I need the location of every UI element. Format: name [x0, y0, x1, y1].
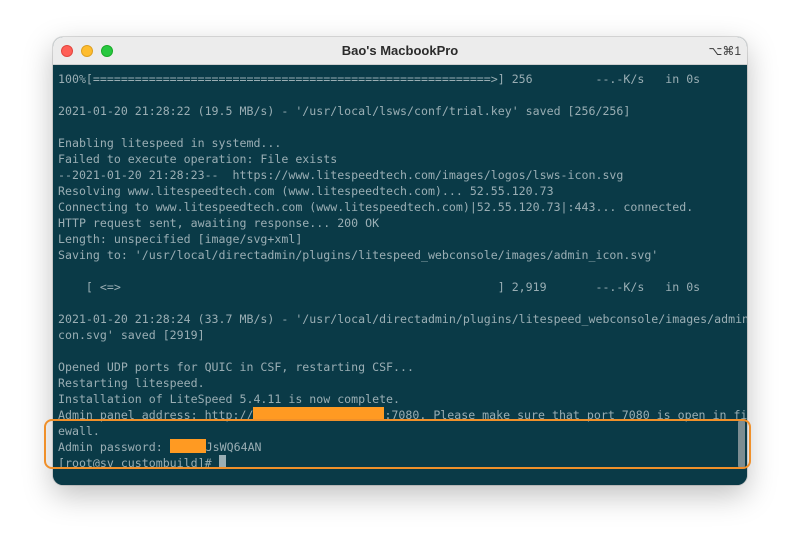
terminal-window: Bao's MacbookPro ⌥⌘1 100%[==============…: [53, 37, 747, 485]
terminal-line: --2021-01-20 21:28:23-- https://www.lite…: [58, 168, 624, 182]
terminal-line: 100%[===================================…: [58, 72, 701, 86]
terminal-line: Failed to execute operation: File exists: [58, 152, 338, 166]
terminal-line: [ <=> ] 2,919 --.-K/s in 0s: [58, 280, 701, 294]
terminal-line: Installation of LiteSpeed 5.4.11 is now …: [58, 392, 401, 406]
admin-credentials-highlight: [44, 419, 751, 469]
terminal-line: Restarting litespeed.: [58, 376, 205, 390]
terminal-line: Enabling litespeed in systemd...: [58, 136, 282, 150]
terminal-line: Length: unspecified [image/svg+xml]: [58, 232, 303, 246]
title-bar: Bao's MacbookPro ⌥⌘1: [53, 37, 747, 65]
terminal-line: Resolving www.litespeedtech.com (www.lit…: [58, 184, 554, 198]
terminal-line: con.svg' saved [2919]: [58, 328, 205, 342]
terminal-line: 2021-01-20 21:28:24 (33.7 MB/s) - '/usr/…: [58, 312, 747, 326]
terminal-line: Saving to: '/usr/local/directadmin/plugi…: [58, 248, 659, 262]
window-title: Bao's MacbookPro: [341, 43, 459, 58]
terminal-line: 2021-01-20 21:28:22 (19.5 MB/s) - '/usr/…: [58, 104, 631, 118]
terminal-line: HTTP request sent, awaiting response... …: [58, 216, 380, 230]
terminal-line: Opened UDP ports for QUIC in CSF, restar…: [58, 360, 414, 374]
window-shortcut-label: ⌥⌘1: [708, 44, 741, 58]
terminal-line: Connecting to www.litespeedtech.com (www…: [58, 200, 694, 214]
